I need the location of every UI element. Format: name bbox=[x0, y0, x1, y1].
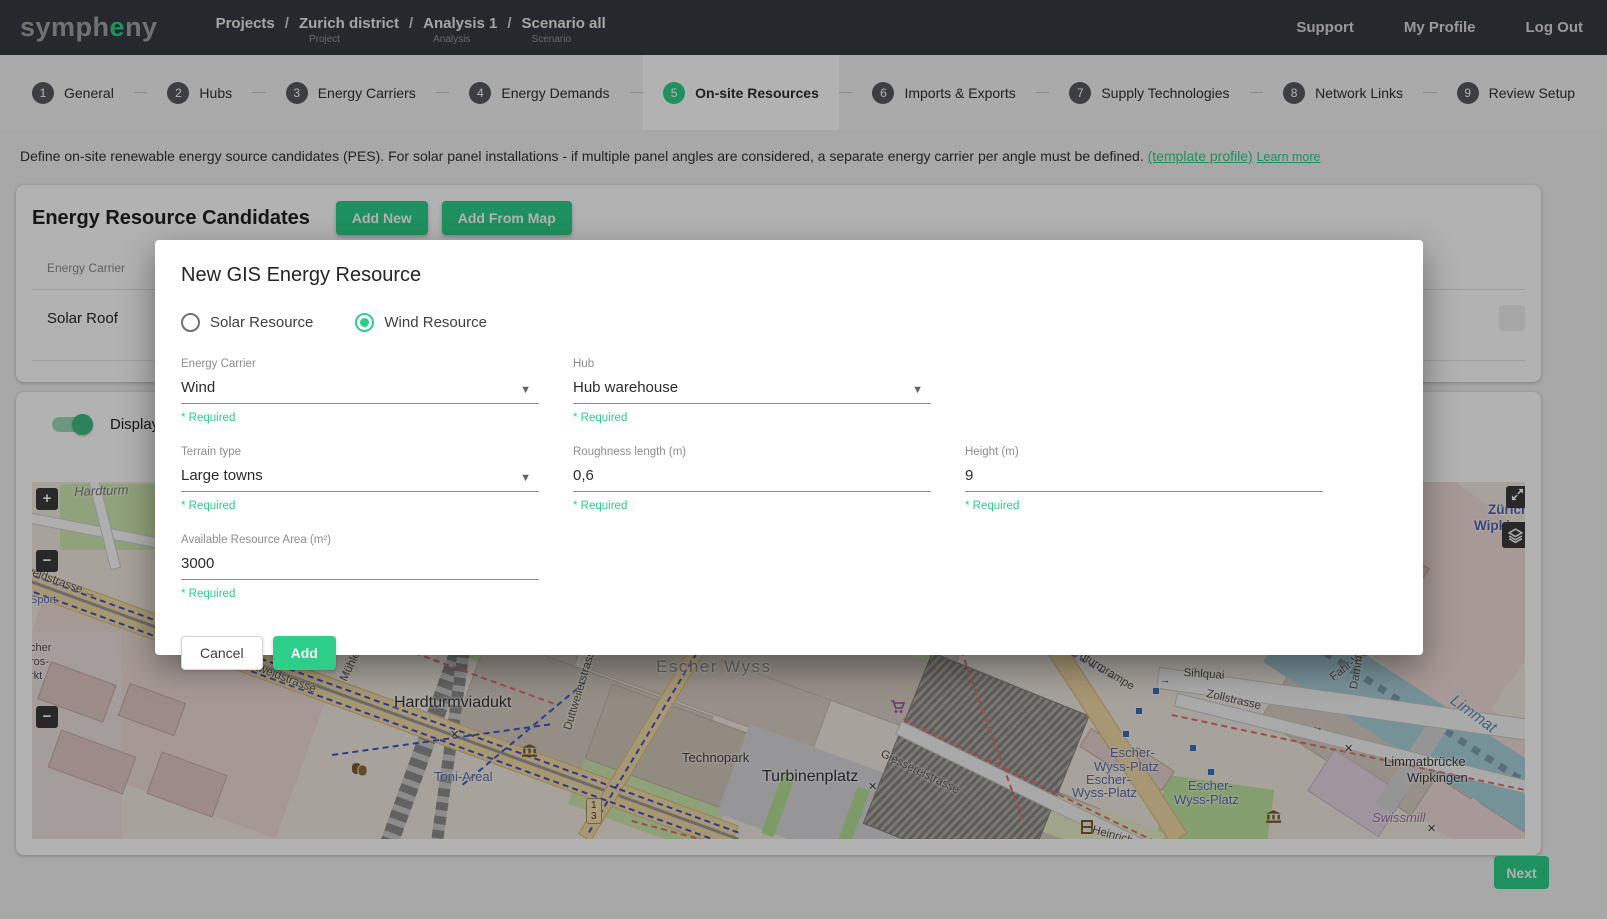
roughness-length-input[interactable] bbox=[573, 458, 931, 492]
energy-carrier-field: Energy Carrier Wind ▼ * Required bbox=[181, 358, 539, 424]
field-value: Large towns bbox=[181, 467, 263, 484]
radio-circle-icon bbox=[181, 313, 200, 332]
field-value: Wind bbox=[181, 379, 215, 396]
required-hint: * Required bbox=[181, 500, 539, 512]
field-label: Available Resource Area (m²) bbox=[181, 534, 539, 546]
radio-label: Wind Resource bbox=[384, 314, 487, 331]
available-resource-area-input[interactable] bbox=[181, 546, 539, 580]
field-label: Hub bbox=[573, 358, 931, 370]
new-gis-energy-resource-modal: New GIS Energy Resource Solar Resource W… bbox=[155, 240, 1423, 655]
modal-title: New GIS Energy Resource bbox=[181, 264, 1397, 287]
chevron-down-icon: ▼ bbox=[520, 472, 531, 484]
chevron-down-icon: ▼ bbox=[912, 384, 923, 396]
hub-select[interactable]: Hub warehouse ▼ bbox=[573, 370, 931, 404]
required-hint: * Required bbox=[181, 588, 539, 600]
energy-carrier-select[interactable]: Wind ▼ bbox=[181, 370, 539, 404]
height-input[interactable] bbox=[965, 458, 1323, 492]
solar-resource-radio[interactable]: Solar Resource bbox=[181, 313, 313, 332]
field-label: Roughness length (m) bbox=[573, 446, 931, 458]
cancel-button[interactable]: Cancel bbox=[181, 636, 263, 670]
field-value: Hub warehouse bbox=[573, 379, 678, 396]
required-hint: * Required bbox=[573, 500, 931, 512]
required-hint: * Required bbox=[965, 500, 1323, 512]
roughness-length-field: Roughness length (m) * Required bbox=[573, 446, 931, 512]
spacer-cell bbox=[965, 358, 1323, 424]
hub-field: Hub Hub warehouse ▼ * Required bbox=[573, 358, 931, 424]
terrain-type-field: Terrain type Large towns ▼ * Required bbox=[181, 446, 539, 512]
chevron-down-icon: ▼ bbox=[520, 384, 531, 396]
field-label: Terrain type bbox=[181, 446, 539, 458]
field-label: Energy Carrier bbox=[181, 358, 539, 370]
add-button[interactable]: Add bbox=[273, 636, 336, 670]
radio-label: Solar Resource bbox=[210, 314, 313, 331]
available-resource-area-field: Available Resource Area (m²) * Required bbox=[181, 534, 539, 600]
field-label: Height (m) bbox=[965, 446, 1323, 458]
resource-type-radio-group: Solar Resource Wind Resource bbox=[181, 313, 1397, 332]
required-hint: * Required bbox=[181, 412, 539, 424]
required-hint: * Required bbox=[573, 412, 931, 424]
terrain-type-select[interactable]: Large towns ▼ bbox=[181, 458, 539, 492]
wind-resource-radio[interactable]: Wind Resource bbox=[355, 313, 487, 332]
height-field: Height (m) * Required bbox=[965, 446, 1323, 512]
radio-circle-icon bbox=[355, 313, 374, 332]
